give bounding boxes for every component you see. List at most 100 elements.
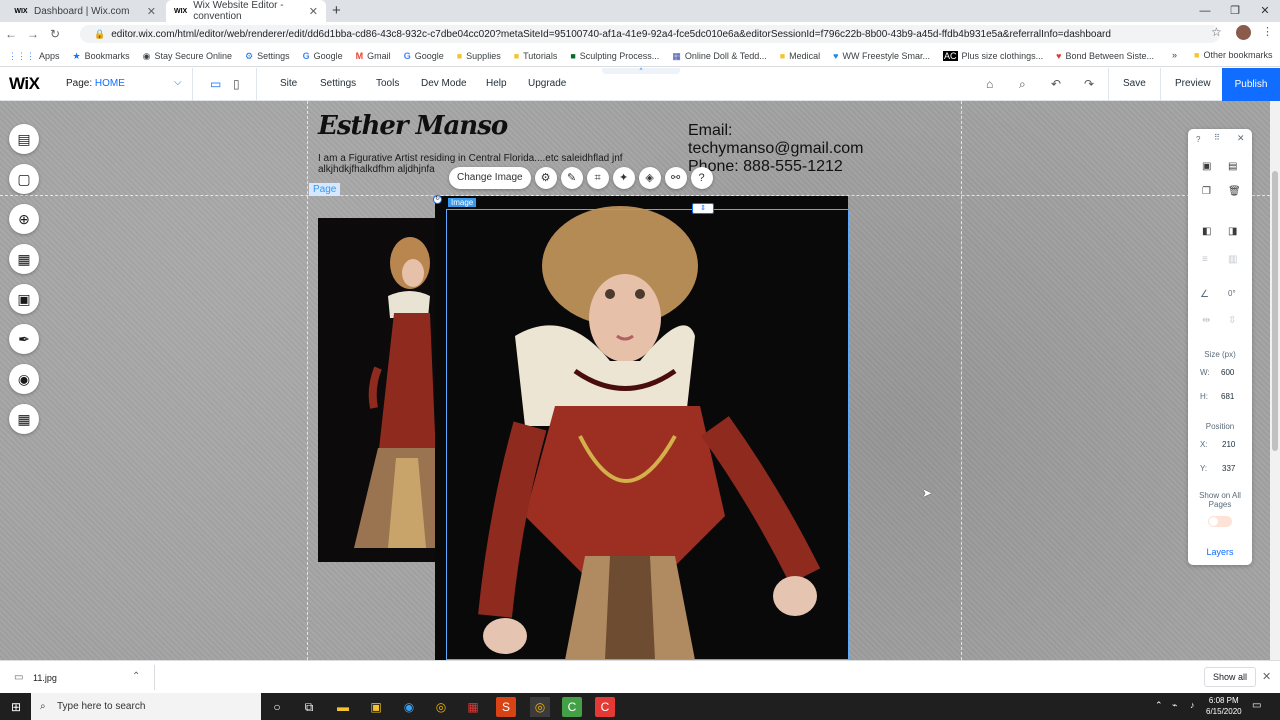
add-button[interactable]: ⊕ bbox=[9, 204, 39, 234]
avatar[interactable] bbox=[1236, 25, 1251, 40]
bookings-button[interactable]: ▦ bbox=[9, 404, 39, 434]
task-view-icon[interactable]: ⧉ bbox=[299, 697, 319, 717]
bookmark-ww-freestyle[interactable]: ♥ WW Freestyle Smar... bbox=[833, 51, 930, 61]
media-button[interactable]: ▣ bbox=[9, 284, 39, 314]
maximize-icon[interactable]: ❐ bbox=[1220, 2, 1250, 20]
new-tab-plus-icon[interactable]: + bbox=[332, 2, 341, 19]
y-input[interactable]: 337 bbox=[1222, 464, 1235, 473]
bookmark-google-2[interactable]: G Google bbox=[404, 51, 444, 61]
undo-icon[interactable]: ↶ bbox=[1051, 77, 1061, 91]
recorder-icon[interactable]: C bbox=[595, 697, 615, 717]
bookmark-plus-size[interactable]: AC Plus size clothings... bbox=[943, 51, 1043, 61]
copy-icon[interactable]: ▣ bbox=[1202, 161, 1211, 172]
flip-vertical-icon[interactable]: ⇳ bbox=[1228, 315, 1236, 326]
match-size-icon[interactable]: ▥ bbox=[1228, 254, 1237, 265]
x-input[interactable]: 210 bbox=[1222, 440, 1235, 449]
add-apps-button[interactable]: ▦ bbox=[9, 244, 39, 274]
contact-block[interactable]: Email: techymanso@gmail.com Phone: 888-5… bbox=[688, 122, 863, 176]
reload-icon[interactable]: ↻ bbox=[44, 27, 66, 41]
app-icon[interactable]: ▦ bbox=[463, 697, 483, 717]
duplicate-icon[interactable]: ❐ bbox=[1202, 186, 1211, 197]
close-window-icon[interactable]: ✕ bbox=[1250, 2, 1280, 20]
tray-up-icon[interactable]: ⌃ bbox=[1155, 700, 1163, 711]
animation-icon[interactable]: ◈ bbox=[638, 167, 661, 189]
close-tab-icon[interactable]: ✕ bbox=[147, 5, 156, 18]
forward-arrow-icon[interactable]: → bbox=[22, 27, 44, 41]
bookmark-bookmarks[interactable]: ★ Bookmarks bbox=[73, 51, 130, 62]
bookmark-google[interactable]: G Google bbox=[303, 51, 343, 61]
close-tab-icon[interactable]: ✕ bbox=[309, 5, 318, 18]
bookmark-sculpting[interactable]: ■ Sculpting Process... bbox=[570, 51, 659, 61]
more-bookmarks-chevron-icon[interactable]: » bbox=[1172, 50, 1177, 60]
menu-tools[interactable]: Tools bbox=[376, 78, 399, 89]
download-filename[interactable]: 11.jpg bbox=[33, 673, 57, 683]
site-title[interactable]: Esther Manso bbox=[318, 111, 508, 141]
taskbar-search-input[interactable]: ⌕ Type here to search bbox=[31, 693, 261, 720]
stretch-handle-icon[interactable]: ⇕ bbox=[692, 203, 714, 214]
menu-upgrade[interactable]: Upgrade bbox=[528, 78, 566, 89]
app-s-icon[interactable]: S bbox=[496, 697, 516, 717]
publish-button[interactable]: Publish bbox=[1222, 68, 1280, 101]
store-icon[interactable]: ▣ bbox=[366, 697, 386, 717]
save-button[interactable]: Save bbox=[1123, 78, 1146, 89]
url-input[interactable]: 🔒 editor.wix.com/html/editor/web/renderer… bbox=[80, 25, 1220, 43]
bookmark-tutorials[interactable]: ■ Tutorials bbox=[514, 51, 558, 61]
bookmark-supplies[interactable]: ■ Supplies bbox=[457, 51, 501, 61]
windows-start-icon[interactable]: ⊞ bbox=[6, 697, 26, 717]
edge-icon[interactable]: ◉ bbox=[399, 697, 419, 717]
background-button[interactable]: ▢ bbox=[9, 164, 39, 194]
notification-icon[interactable]: ▭ bbox=[1252, 700, 1261, 711]
paste-icon[interactable]: ▤ bbox=[1228, 161, 1237, 172]
align-icon[interactable]: ◨ bbox=[1228, 226, 1237, 237]
kebab-menu-icon[interactable]: ⋮ bbox=[1262, 25, 1273, 38]
help-icon[interactable]: ? bbox=[1196, 135, 1200, 144]
mobile-view-icon[interactable]: ▯ bbox=[233, 77, 240, 91]
bookmark-bond[interactable]: ♥ Bond Between Siste... bbox=[1056, 51, 1154, 61]
search-icon[interactable]: ⌕ bbox=[1019, 77, 1026, 92]
filters-icon[interactable]: ✦ bbox=[612, 167, 635, 189]
selection-box[interactable] bbox=[446, 209, 849, 660]
rotate-handle-icon[interactable]: ↻ bbox=[433, 195, 442, 204]
chevron-down-icon[interactable]: ⌵ bbox=[174, 77, 182, 88]
link-icon[interactable]: ⚯ bbox=[664, 167, 687, 189]
desktop-view-icon[interactable]: ▭ bbox=[210, 77, 221, 91]
menu-help[interactable]: Help bbox=[486, 78, 507, 89]
help-icon[interactable]: ? bbox=[690, 167, 713, 189]
bookmark-gmail[interactable]: M Gmail bbox=[356, 51, 391, 61]
settings-gear-icon[interactable]: ⚙ bbox=[534, 167, 557, 189]
bookmark-apps[interactable]: ⋮⋮⋮ Apps bbox=[8, 51, 60, 62]
chat-button[interactable]: ◉ bbox=[9, 364, 39, 394]
trash-icon[interactable]: 🗑 bbox=[1228, 186, 1241, 197]
bookmark-online-doll[interactable]: ▦ Online Doll & Tedd... bbox=[672, 51, 766, 62]
menus-pages-button[interactable]: ▤ bbox=[9, 124, 39, 154]
menu-settings[interactable]: Settings bbox=[320, 78, 356, 89]
mobile-friendly-icon[interactable]: ⌂ bbox=[986, 77, 993, 91]
width-input[interactable]: 600 bbox=[1221, 368, 1234, 377]
blog-button[interactable]: ✒ bbox=[9, 324, 39, 354]
network-icon[interactable]: ⌁ bbox=[1172, 700, 1177, 711]
redo-icon[interactable]: ↷ bbox=[1084, 77, 1094, 91]
chevron-up-icon[interactable]: ⌃ bbox=[132, 671, 140, 682]
crop-icon[interactable]: ⌗ bbox=[586, 167, 609, 189]
change-image-button[interactable]: Change Image bbox=[449, 167, 531, 189]
tab-editor[interactable]: WIX Wix Website Editor - convention ✕ bbox=[166, 0, 326, 22]
arrange-icon[interactable]: ◧ bbox=[1202, 226, 1211, 237]
file-explorer-icon[interactable]: ▬ bbox=[333, 697, 353, 717]
back-arrow-icon[interactable]: ← bbox=[0, 27, 22, 41]
bookmark-stay-secure[interactable]: ◉ Stay Secure Online bbox=[143, 51, 232, 62]
close-icon[interactable]: ✕ bbox=[1237, 133, 1245, 144]
rotation-value[interactable]: 0° bbox=[1228, 289, 1236, 298]
volume-icon[interactable]: ♪ bbox=[1190, 700, 1195, 710]
tab-dashboard[interactable]: WIX Dashboard | Wix.com ✕ bbox=[6, 0, 164, 22]
preview-button[interactable]: Preview bbox=[1175, 78, 1211, 89]
chrome-icon[interactable]: ◎ bbox=[431, 697, 451, 717]
page-selector[interactable]: Page: HOME bbox=[66, 78, 125, 89]
flip-horizontal-icon[interactable]: ⇹ bbox=[1202, 315, 1210, 326]
show-all-button[interactable]: Show all bbox=[1204, 667, 1257, 687]
camtasia-icon[interactable]: C bbox=[562, 697, 582, 717]
distribute-icon[interactable]: ≡ bbox=[1202, 254, 1208, 265]
cortana-icon[interactable]: ○ bbox=[267, 697, 287, 717]
drag-handle-icon[interactable]: ⠿ bbox=[1214, 133, 1220, 142]
bookmark-settings[interactable]: ⚙ Settings bbox=[245, 51, 290, 62]
menu-dev-mode[interactable]: Dev Mode bbox=[421, 78, 467, 89]
